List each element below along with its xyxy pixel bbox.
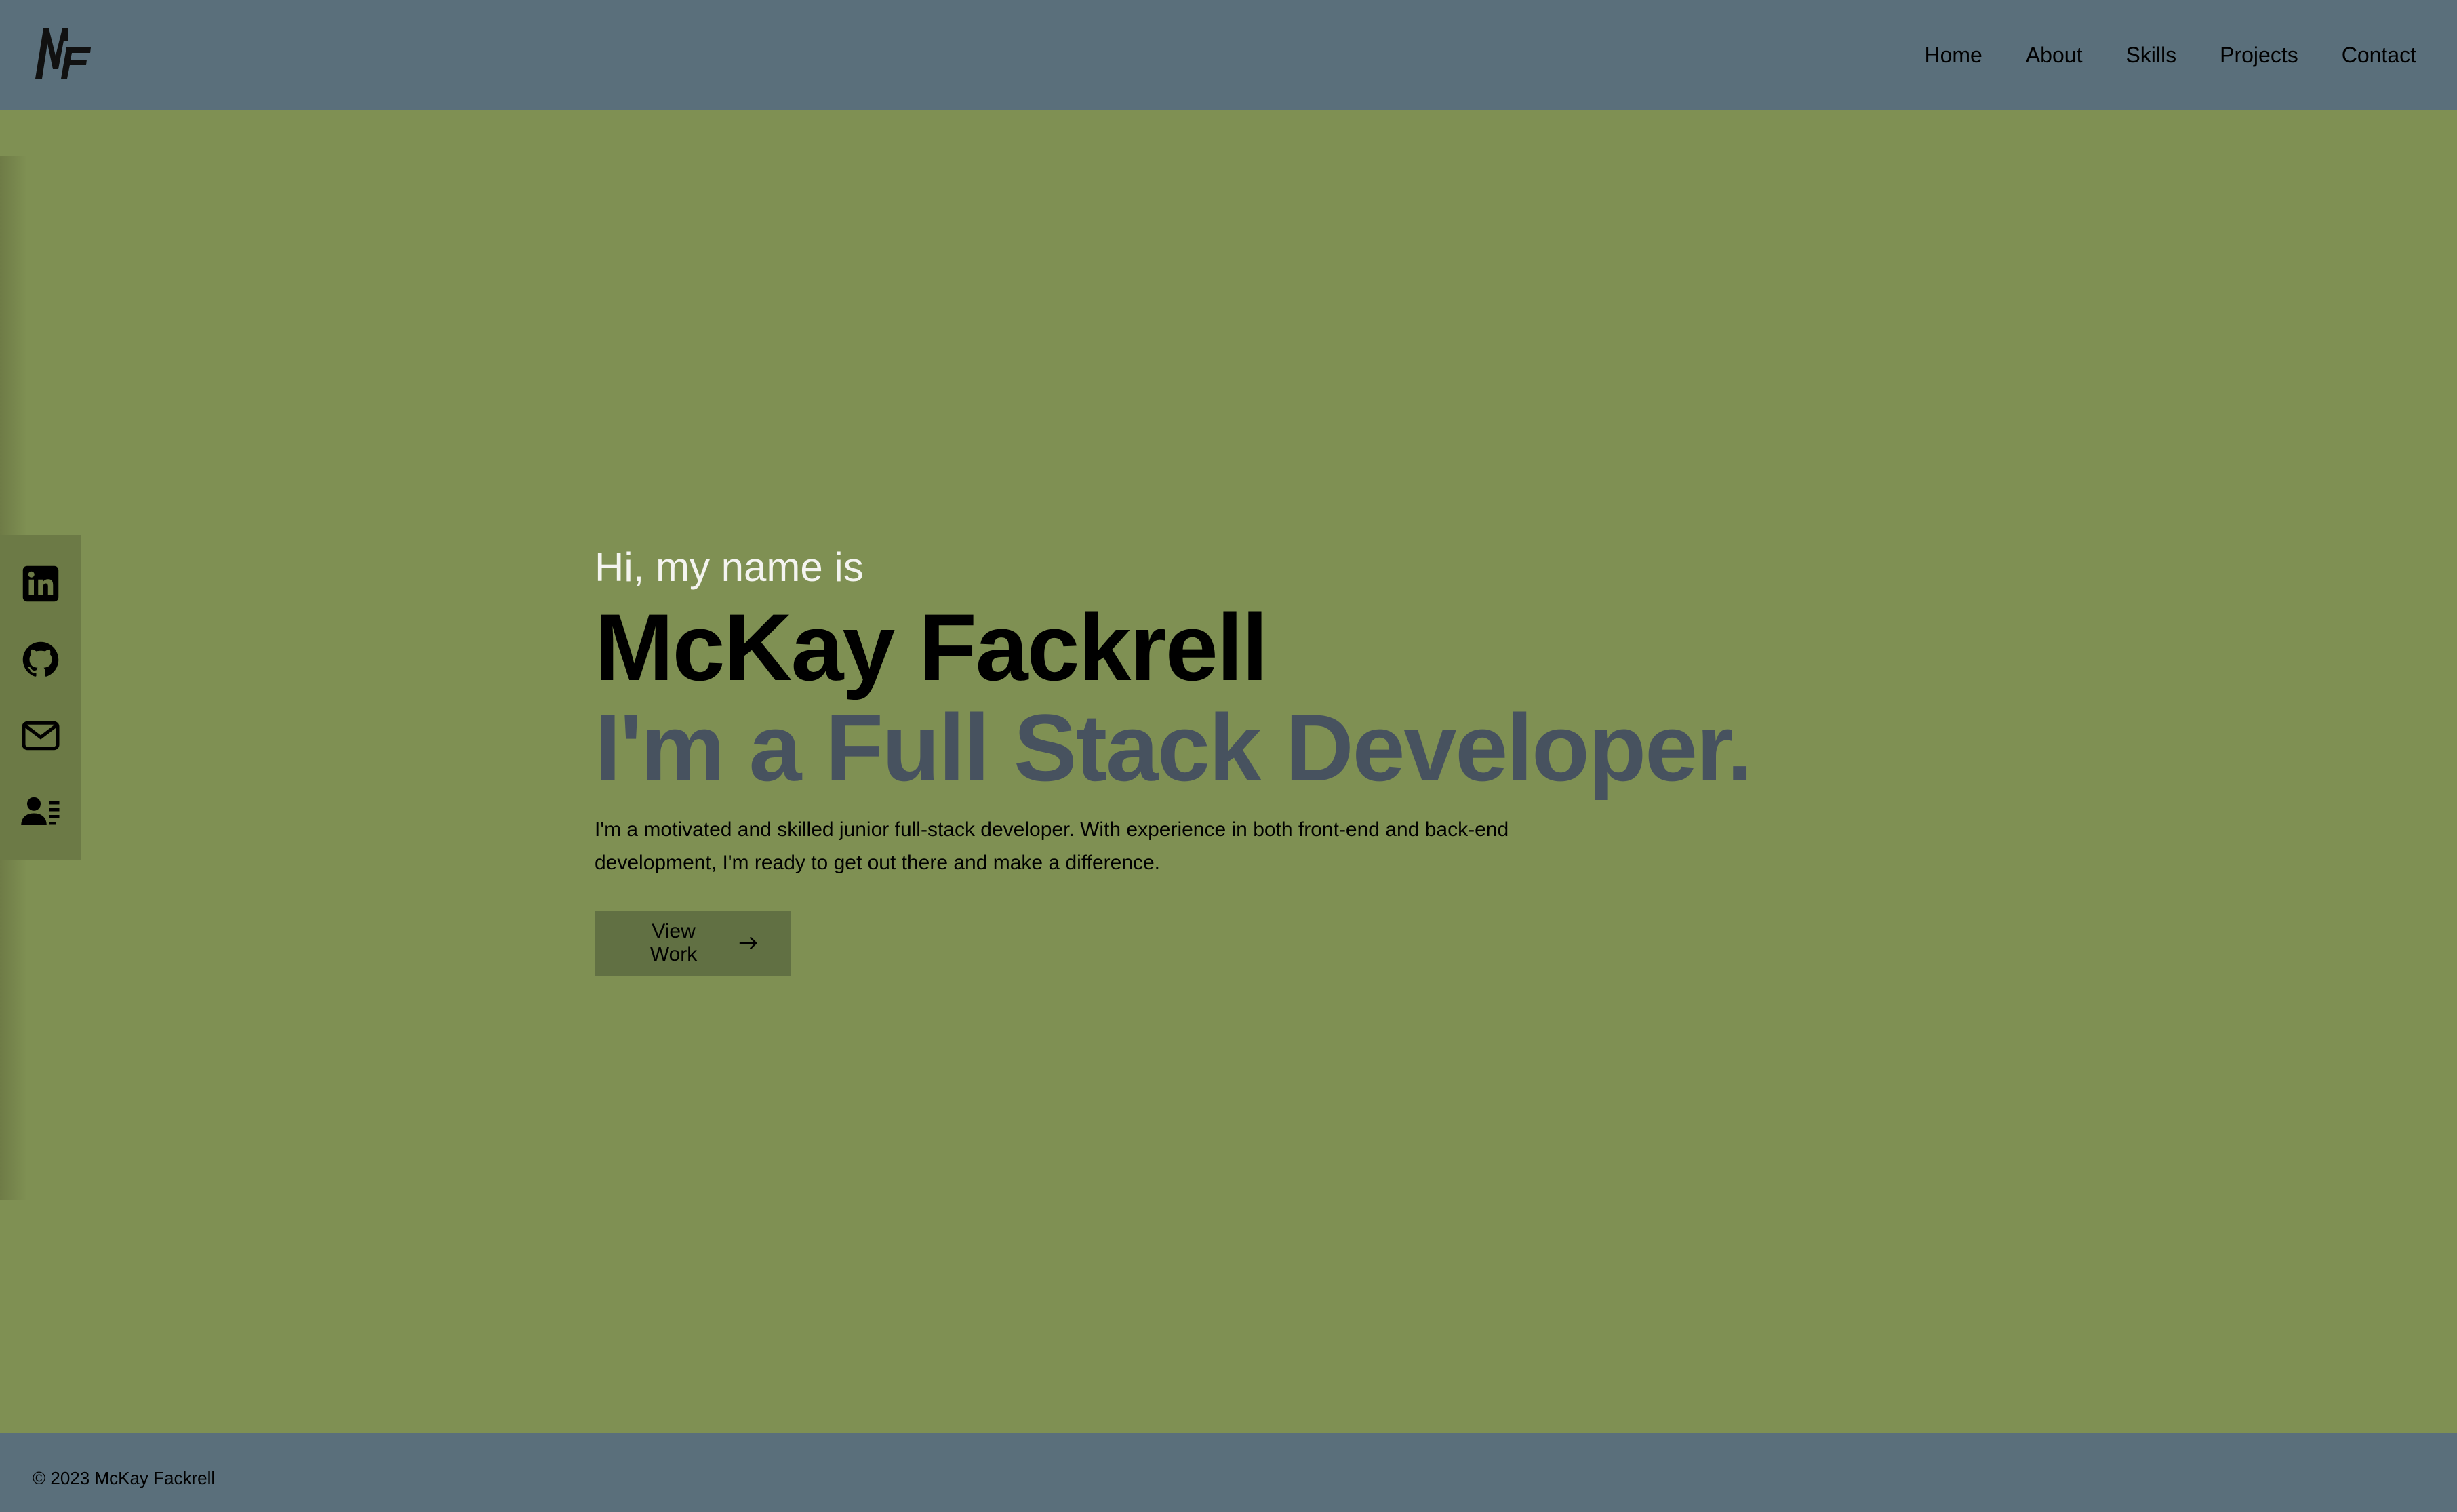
github-link[interactable] — [20, 639, 61, 680]
resume-link[interactable] — [20, 791, 61, 832]
nav-skills[interactable]: Skills — [2125, 43, 2176, 68]
hero-section: Hi, my name is McKay Fackrell I'm a Full… — [595, 539, 1883, 976]
github-icon — [22, 641, 59, 677]
hero-description: I'm a motivated and skilled junior full-… — [595, 818, 1509, 874]
nav-contact[interactable]: Contact — [2342, 43, 2416, 68]
linkedin-icon — [22, 565, 59, 602]
nav-about[interactable]: About — [2026, 43, 2083, 68]
view-work-label: View Work — [650, 920, 698, 966]
linkedin-link[interactable] — [20, 563, 61, 604]
footer: © 2023 McKay Fackrell — [0, 1433, 2457, 1512]
mail-icon — [22, 721, 60, 751]
hero-name: McKay Fackrell — [595, 594, 1268, 700]
social-bar — [0, 535, 81, 860]
arrow-right-icon — [739, 937, 757, 949]
copyright-text: © 2023 McKay Fackrell — [33, 1468, 216, 1488]
hero-role: I'm a Full Stack Developer. — [595, 694, 1753, 801]
header: Home About Skills Projects Contact — [0, 0, 2457, 110]
main-nav: Home About Skills Projects Contact — [1924, 0, 2416, 110]
logo[interactable] — [34, 27, 92, 80]
resume-icon — [21, 797, 60, 825]
nav-projects[interactable]: Projects — [2220, 43, 2298, 68]
view-work-button[interactable]: View Work — [595, 911, 791, 976]
email-link[interactable] — [20, 715, 61, 756]
nav-home[interactable]: Home — [1924, 43, 1982, 68]
mf-logo-icon — [35, 28, 91, 79]
hero-greeting: Hi, my name is — [595, 544, 864, 590]
